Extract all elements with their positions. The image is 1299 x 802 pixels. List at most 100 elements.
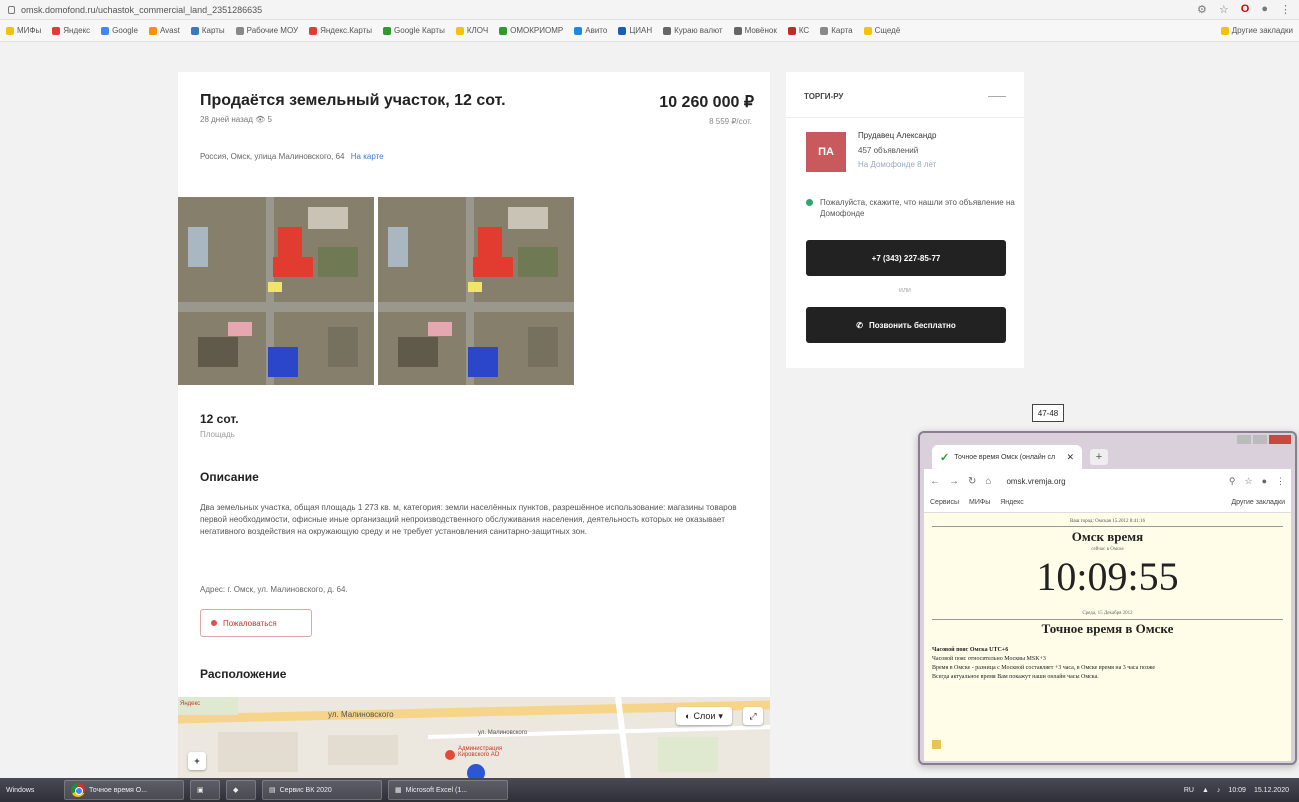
map-poi-label: Администрация Кировского АО (458, 746, 503, 758)
bookmark-item[interactable]: ОМОКРИОМР (499, 26, 563, 35)
listing-price: 10 260 000 ₽ (659, 94, 754, 111)
bookmark-item[interactable]: Мовёнок (733, 26, 777, 35)
price-per-unit: 8 559 ₽/сот. (709, 117, 752, 126)
bookmark-item[interactable]: Яндекс (52, 26, 90, 35)
bookmark-item[interactable]: Карта (820, 26, 853, 35)
chevron-down-icon: ▾ (718, 710, 723, 721)
seller-ads-count[interactable]: 457 объявлений (858, 146, 918, 155)
info-line: Часовой пояс относительно Москвы MSK+3 (932, 656, 1046, 662)
agency-name[interactable]: ТОРГИ-РУ (804, 92, 843, 101)
folder-icon: ▣ (197, 787, 204, 794)
bookmark-item[interactable]: Avast (148, 26, 180, 35)
listing-card: Продаётся земельный участок, 12 сот. 10 … (178, 72, 770, 778)
location-map[interactable]: ул. Малиновского ул. Малиновского Админи… (178, 697, 770, 778)
bookmark-item[interactable]: КЛОЧ (455, 26, 488, 35)
popup-bookmark[interactable]: МИФы (969, 499, 990, 506)
timezone-info: Часовой пояс Омска UTC+6 Часовой пояс от… (932, 646, 1284, 682)
popup-other-bookmarks[interactable]: Другие закладки (1231, 499, 1291, 506)
taskbar-item-excel[interactable]: ▦ Microsoft Excel (1... (388, 780, 508, 800)
extension-icon[interactable]: ● (1262, 476, 1267, 487)
description-heading: Описание (200, 470, 259, 484)
folder-icon: ▤ (269, 787, 276, 794)
bookmark-item[interactable]: Авито (574, 26, 607, 35)
phone-button[interactable]: +7 (343) 227-85-77 (806, 240, 1006, 276)
language-indicator[interactable]: RU (1184, 787, 1194, 794)
star-icon[interactable]: ☆ (1244, 476, 1252, 487)
bookmark-item[interactable]: Сщедё (863, 26, 900, 35)
folder-icon (1220, 26, 1229, 35)
browser-address-bar[interactable]: omsk.domofond.ru/uchastok_commercial_lan… (0, 0, 1299, 20)
free-call-button[interactable]: ✆ Позвонить бесплатно (806, 307, 1006, 343)
info-line: Всегда актуальное время Вам покажут наши… (932, 674, 1099, 680)
forward-icon[interactable]: → (949, 476, 959, 487)
popup-bookmarks-bar: Сервисы МИФы Яндекс Другие закладки (924, 493, 1291, 513)
bookmark-item[interactable]: КС (787, 26, 809, 35)
popup-url[interactable]: omsk.vremja.org (1006, 477, 1136, 486)
complain-button[interactable]: Пожаловаться (200, 609, 312, 637)
bookmarks-bar: МИФы Яндекс Google Avast Карты Рабочие МОУ Янд… (0, 20, 1299, 42)
minimize-button[interactable] (1237, 435, 1251, 444)
clock-time-tray[interactable]: 10:09 (1228, 787, 1246, 794)
opera-icon[interactable]: O (1241, 3, 1250, 16)
map-link[interactable]: На карте (351, 152, 384, 161)
reload-icon[interactable]: ↻ (968, 476, 976, 487)
listing-photo-2[interactable] (378, 197, 574, 385)
bookmark-item[interactable]: Google Карты (383, 26, 445, 35)
back-icon[interactable]: ← (930, 476, 940, 487)
taskbar-item-chrome[interactable]: Точное время О... (64, 780, 184, 800)
clock-top-note: Ваш город: Омская 15.2012 8:41:16 (1069, 519, 1145, 524)
taskbar-item-folder[interactable]: ▤ Сервис ВК 2020 (262, 780, 382, 800)
bookmark-favicon-icon (863, 26, 872, 35)
clock-date: Среда, 15 Декабря 2012 (1082, 611, 1133, 616)
bookmark-favicon-icon (733, 26, 742, 35)
listing-title: Продаётся земельный участок, 12 сот. (200, 92, 506, 109)
divider (932, 526, 1283, 527)
bookmark-item[interactable]: Кураю валют (663, 26, 723, 35)
close-tab-icon[interactable]: ✕ (1066, 452, 1074, 463)
taskbar-item-app[interactable]: ◆ (226, 780, 256, 800)
views-count: 5 (267, 115, 272, 124)
seller-name[interactable]: Прудавец Александр (858, 131, 936, 140)
zoom-icon[interactable]: ⚲ (1229, 476, 1236, 487)
profile-icon[interactable]: ● (1261, 3, 1268, 16)
divider (932, 619, 1283, 620)
map-zoom-in-button[interactable]: + (188, 752, 206, 770)
bookmark-item[interactable]: Google (101, 26, 138, 35)
close-window-button[interactable] (1269, 435, 1291, 444)
chrome-icon (71, 783, 85, 797)
popup-nav-bar: ← → ↻ ⌂ omsk.vremja.org ⚲ ☆ ● ⋮ (924, 469, 1291, 493)
popup-bookmark[interactable]: Яндекс (1000, 499, 1024, 506)
alert-icon (211, 620, 217, 626)
bookmark-favicon-icon (618, 26, 627, 35)
volume-icon[interactable]: ♪ (1217, 787, 1221, 794)
url-text[interactable]: omsk.domofond.ru/uchastok_commercial_lan… (21, 5, 262, 15)
bookmark-item[interactable]: Яндекс.Карты (309, 26, 372, 35)
popup-bookmark[interactable]: Сервисы (930, 499, 959, 506)
menu-icon[interactable]: ⋮ (1280, 3, 1291, 16)
new-tab-button[interactable]: + (1090, 449, 1108, 465)
map-layers-button[interactable]: ◐ Слои ▾ (676, 707, 732, 725)
bookmark-item[interactable]: Карты (190, 26, 225, 35)
network-icon[interactable]: ▲ (1202, 787, 1209, 794)
bookmark-item[interactable]: Рабочие МОУ (235, 26, 298, 35)
bookmark-favicon-icon (101, 26, 110, 35)
start-button[interactable]: Windows (6, 781, 58, 799)
bookmark-item[interactable]: ЦИАН (618, 26, 652, 35)
other-bookmarks[interactable]: Другие закладки (1220, 26, 1293, 35)
clock-date-tray[interactable]: 15.12.2020 (1254, 787, 1289, 794)
maximize-button[interactable] (1253, 435, 1267, 444)
map-expand-button[interactable]: ⤢ (743, 707, 763, 725)
phone-icon: ✆ (856, 320, 863, 330)
star-icon[interactable]: ☆ (1219, 3, 1229, 16)
browser-tab[interactable]: ✓ Точное время Омск (онлайн сл ✕ (932, 445, 1082, 469)
map-provider: Яндекс (180, 701, 201, 707)
aerial-photo-1 (178, 197, 374, 385)
extensions-icon[interactable]: ⚙ (1197, 3, 1207, 16)
system-tray: RU ▲ ♪ 10:09 15.12.2020 (1184, 787, 1299, 794)
taskbar-item-explorer[interactable]: ▣ (190, 780, 220, 800)
bookmark-item[interactable]: МИФы (6, 26, 41, 35)
listing-photo-1[interactable] (178, 197, 374, 385)
info-line: Часовой пояс Омска UTC+6 (932, 647, 1009, 653)
menu-icon[interactable]: ⋮ (1276, 476, 1285, 487)
home-icon[interactable]: ⌂ (985, 476, 991, 487)
